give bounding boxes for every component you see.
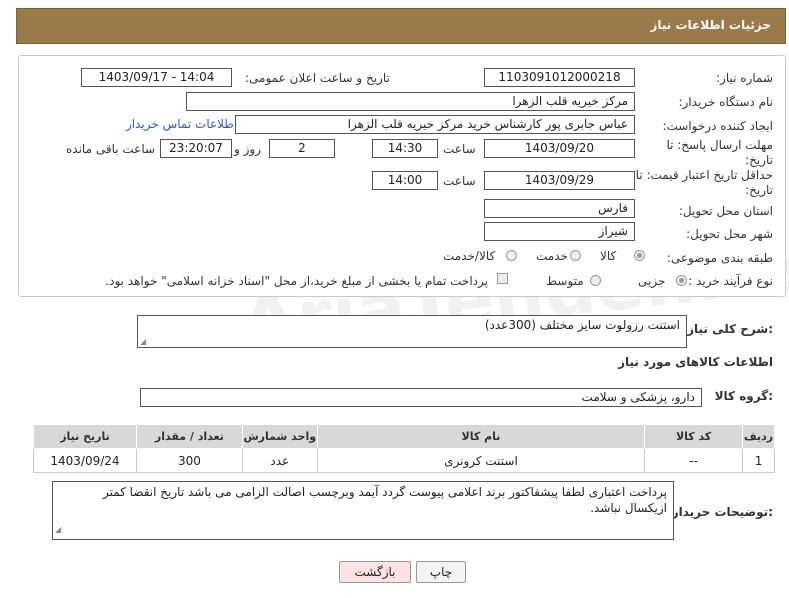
description-field: استنت رزولوت سایز مختلف (300عدد) ◢: [137, 315, 687, 348]
cell-unit: عدد: [241, 448, 318, 473]
category-service-radio[interactable]: [570, 250, 581, 261]
reply-deadline-date: 1403/09/20: [484, 139, 635, 158]
buyer-contact-link[interactable]: اطلاعات تماس خریدار: [126, 117, 237, 131]
category-both-label: کالا/خدمت: [443, 249, 496, 263]
creator-field: عباس جابری پور کارشناس خرید مرکز خیریه ق…: [235, 115, 635, 134]
announce-datetime-field: 1403/09/17 - 14:04: [81, 68, 232, 87]
col-unit: واحد شمارش: [241, 424, 318, 449]
goods-group-label: گروه کالا:: [714, 389, 773, 403]
buyer-notes-text: پرداخت اعتباری لطفا پیشفاکتور برند اعلام…: [102, 485, 667, 515]
goods-group-field: دارو، پزشکی و سلامت: [140, 388, 702, 407]
need-number-field: 1103091012000218: [484, 68, 635, 87]
col-code: کد کالا: [644, 424, 744, 449]
city-label: شهر محل تحویل:: [686, 227, 773, 241]
treasury-note: پرداخت تمام یا بخشی از مبلغ خرید،از محل …: [105, 274, 488, 288]
reply-time-label: ساعت: [443, 142, 476, 156]
process-minor-label: جزیی: [638, 274, 666, 288]
category-service-label: خدمت: [536, 249, 568, 263]
process-medium-radio[interactable]: [590, 275, 601, 286]
reply-days-label: روز و: [234, 142, 261, 156]
page-header: جزئیات اطلاعات نیاز: [16, 8, 786, 44]
price-validity-date: 1403/09/29: [484, 171, 635, 190]
buyer-org-label: نام دستگاه خریدار:: [678, 95, 774, 109]
back-button[interactable]: بازگشت: [339, 561, 411, 583]
process-label: نوع فرآیند خرید :: [688, 274, 773, 288]
announce-datetime-label: تاریخ و ساعت اعلان عمومی:: [245, 71, 390, 85]
col-name: نام کالا: [316, 424, 646, 449]
goods-table: ردیف کد کالا نام کالا واحد شمارش تعداد /…: [33, 424, 775, 473]
table-header-row: ردیف کد کالا نام کالا واحد شمارش تعداد /…: [33, 424, 775, 449]
reply-days-field: 2: [269, 139, 335, 158]
reply-deadline-label: مهلت ارسال پاسخ: تا تاریخ:: [666, 138, 773, 167]
remaining-time-field: 23:20:07: [160, 139, 232, 158]
resize-grip-icon: ◢: [140, 337, 147, 346]
treasury-checkbox[interactable]: [497, 273, 508, 284]
reply-deadline-time: 14:30: [372, 139, 438, 158]
page-title: جزئیات اطلاعات نیاز: [650, 18, 771, 32]
process-medium-label: متوسط: [546, 274, 584, 288]
description-text: استنت رزولوت سایز مختلف (300عدد): [484, 318, 680, 332]
cell-date: 1403/09/24: [33, 448, 137, 473]
description-label: شرح کلی نیاز:: [687, 322, 773, 336]
col-row: ردیف: [742, 424, 775, 449]
price-validity-label: حداقل تاریخ اعتبار قیمت: تا تاریخ:: [635, 168, 773, 197]
print-button[interactable]: چاپ: [416, 561, 466, 583]
creator-label: ایجاد کننده درخواست:: [662, 119, 773, 133]
cell-qty: 300: [135, 448, 243, 473]
col-date: تاریخ نیاز: [33, 424, 137, 449]
cell-name: استنت کرونری: [316, 448, 646, 473]
cell-row: 1: [742, 448, 775, 473]
category-both-radio[interactable]: [506, 250, 517, 261]
price-time-label: ساعت: [443, 174, 476, 188]
remaining-time-label: ساعت باقی مانده: [66, 142, 156, 156]
table-row: 1 -- استنت کرونری عدد 300 1403/09/24: [33, 448, 775, 473]
province-field: فارس: [484, 199, 635, 218]
buyer-notes-field: پرداخت اعتباری لطفا پیشفاکتور برند اعلام…: [52, 481, 674, 540]
category-label: طبقه بندی موضوعی:: [666, 251, 773, 265]
col-qty: تعداد / مقدار: [135, 424, 243, 449]
price-validity-time: 14:00: [372, 171, 438, 190]
city-field: شیراز: [484, 222, 635, 241]
category-goods-radio[interactable]: [634, 250, 645, 261]
buyer-notes-label: توضیحات خریدار:: [671, 505, 773, 519]
province-label: استان محل تحویل:: [678, 204, 773, 218]
resize-grip-icon: ◢: [55, 525, 62, 534]
goods-info-title: اطلاعات کالاهای مورد نیاز: [618, 355, 773, 369]
buyer-org-field: مرکز خیریه قلب الزهرا: [186, 92, 635, 111]
category-goods-label: کالا: [600, 249, 617, 263]
process-minor-radio[interactable]: [676, 275, 687, 286]
need-number-label: شماره نیاز:: [716, 71, 773, 85]
cell-code: --: [644, 448, 744, 473]
